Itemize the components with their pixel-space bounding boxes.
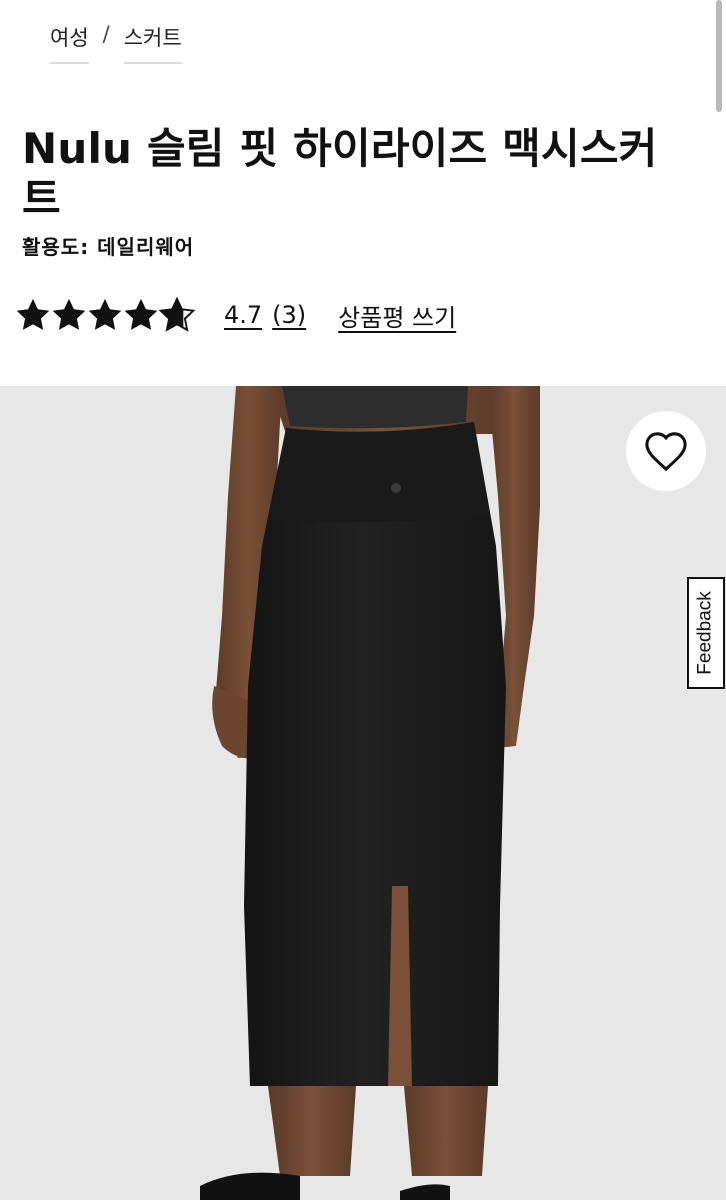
product-image[interactable] [0,386,726,1200]
rating-summary-link[interactable]: 4.7 (3) [224,301,306,329]
feedback-tab[interactable]: Feedback [687,577,725,689]
star-icon [124,298,158,330]
star-icon [52,298,86,330]
rating-row: 4.7 (3) 상품평 쓰기 [14,293,456,337]
breadcrumb: 여성 / 스커트 [50,22,182,64]
star-icon [88,298,122,330]
product-title: Nulu 슬림 핏 하이라이즈 맥시스커트 [22,124,658,223]
breadcrumb-skirts[interactable]: 스커트 [123,22,182,64]
rating-count: (3) [272,301,307,329]
rating-score: 4.7 [224,301,263,329]
breadcrumb-women[interactable]: 여성 [50,22,89,64]
feedback-label: Feedback [695,591,717,675]
page-scrollbar[interactable] [716,0,722,112]
star-icon [16,298,50,330]
add-to-wishlist-button[interactable] [626,411,706,491]
star-rating [14,296,196,334]
product-photo [0,386,726,1200]
activity-label: 활용도: 데일리웨어 [22,235,195,259]
star-partial-icon [158,296,196,332]
breadcrumb-separator: / [102,22,110,46]
write-review-link[interactable]: 상품평 쓰기 [338,298,456,333]
heart-icon [645,432,687,472]
